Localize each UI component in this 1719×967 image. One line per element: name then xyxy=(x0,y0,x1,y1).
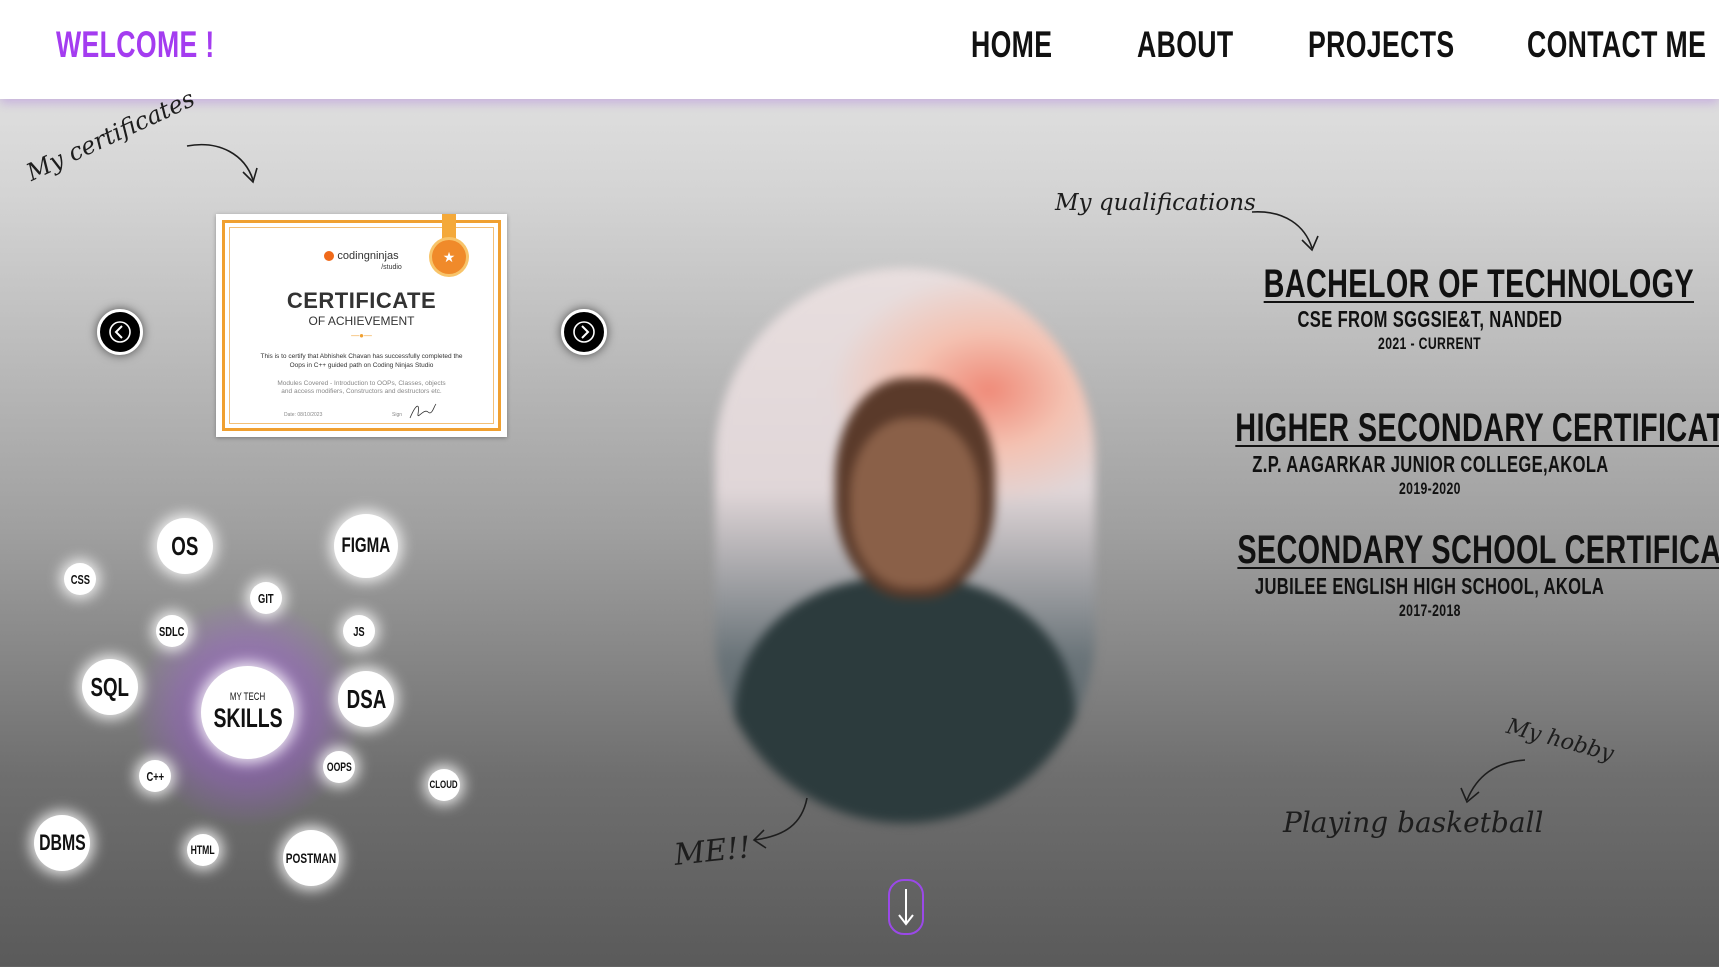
skill-bubble-git: GIT xyxy=(250,582,282,614)
qualifications-label: My qualifications xyxy=(1055,190,1256,216)
skill-bubble-postman: POSTMAN xyxy=(283,830,339,886)
arrow-down-icon xyxy=(898,889,914,926)
certificate-divider: —●— xyxy=(351,331,372,340)
me-arrow-icon xyxy=(752,797,808,849)
signature-icon xyxy=(409,403,437,419)
certificate-date: Date: 08/10/2023 xyxy=(284,412,323,418)
skill-bubble-os: OS xyxy=(157,518,213,574)
nav-contact-me[interactable]: CONTACT ME xyxy=(1527,24,1719,66)
qualification-title-btech: BACHELOR OF TECHNOLOGY xyxy=(1263,262,1694,306)
carousel-next-button[interactable] xyxy=(561,309,607,355)
skills-center-big: SKILLS xyxy=(212,703,283,733)
qualification-sub-hsc: Z.P. AAGARKAR JUNIOR COLLEGE,AKOLA xyxy=(1251,451,1609,477)
skills-center-bubble: MY TECH SKILLS xyxy=(201,666,294,759)
qualification-years-hsc: 2019-2020 xyxy=(1399,479,1461,498)
certificate-subtitle: OF ACHIEVEMENT xyxy=(308,314,415,328)
skill-bubble-sdlc: SDLC xyxy=(156,615,188,647)
qualification-title-ssc: SECONDARY SCHOOL CERTIFICATION xyxy=(1237,528,1719,572)
nav-projects[interactable]: PROJECTS xyxy=(1308,24,1511,66)
nav-about[interactable]: ABOUT xyxy=(1137,24,1271,66)
certificate-modules: Modules Covered - Introduction to OOPs, … xyxy=(277,380,446,395)
certificate-sign: Sign xyxy=(392,412,403,418)
certificate-issuer: codingninjas xyxy=(216,250,507,262)
qualification-title-hsc: HIGHER SECONDARY CERTIFICATION xyxy=(1235,406,1719,450)
skills-center-small: MY TECH xyxy=(229,691,266,703)
scroll-down-button[interactable] xyxy=(888,879,924,935)
certificate-card[interactable]: ★ codingninjas /studio CERTIFICATE OF AC… xyxy=(216,214,507,437)
skill-bubble-css: CSS xyxy=(64,563,96,595)
qualifications-arrow-icon xyxy=(1251,211,1319,252)
brand-welcome[interactable]: WELCOME ! xyxy=(56,24,276,66)
hobby-arrow-icon xyxy=(1460,759,1526,804)
skill-bubble-cpp: C++ xyxy=(139,760,171,792)
nav-home[interactable]: HOME xyxy=(971,24,1084,66)
qualification-years-btech: 2021 - CURRENT xyxy=(1378,334,1482,353)
skill-bubble-figma: FIGMA xyxy=(334,514,398,578)
skill-bubble-html: HTML xyxy=(187,834,219,866)
chevron-left-icon xyxy=(109,321,131,343)
certificates-arrow-icon xyxy=(186,144,258,184)
carousel-prev-button[interactable] xyxy=(97,309,143,355)
chevron-right-icon xyxy=(573,321,595,343)
skill-bubble-dsa: DSA xyxy=(338,671,394,727)
skill-bubble-js: JS xyxy=(343,615,375,647)
certificate-title: CERTIFICATE xyxy=(286,288,437,313)
skill-bubble-cloud: CLOUD xyxy=(428,769,460,801)
skill-bubble-oops: OOPS xyxy=(323,751,355,783)
skill-bubble-dbms: DBMS xyxy=(34,815,90,871)
qualification-sub-btech: CSE FROM SGGSIE&T, NANDED xyxy=(1297,306,1563,332)
qualification-years-ssc: 2017-2018 xyxy=(1399,601,1461,620)
certificate-issuer-sub: /studio xyxy=(381,264,402,271)
certificate-body: This is to certify that Abhishek Chavan … xyxy=(260,353,463,369)
certificates-label: My certificates xyxy=(22,84,199,187)
skill-bubble-sql: SQL xyxy=(82,659,138,715)
me-label: ME!! xyxy=(672,830,753,873)
hobby-value: Playing basketball xyxy=(1283,806,1544,839)
profile-photo xyxy=(715,268,1095,823)
qualification-sub-ssc: JUBILEE ENGLISH HIGH SCHOOL, AKOLA xyxy=(1255,573,1605,599)
top-navbar: WELCOME ! HOME ABOUT PROJECTS CONTACT ME xyxy=(0,0,1719,99)
